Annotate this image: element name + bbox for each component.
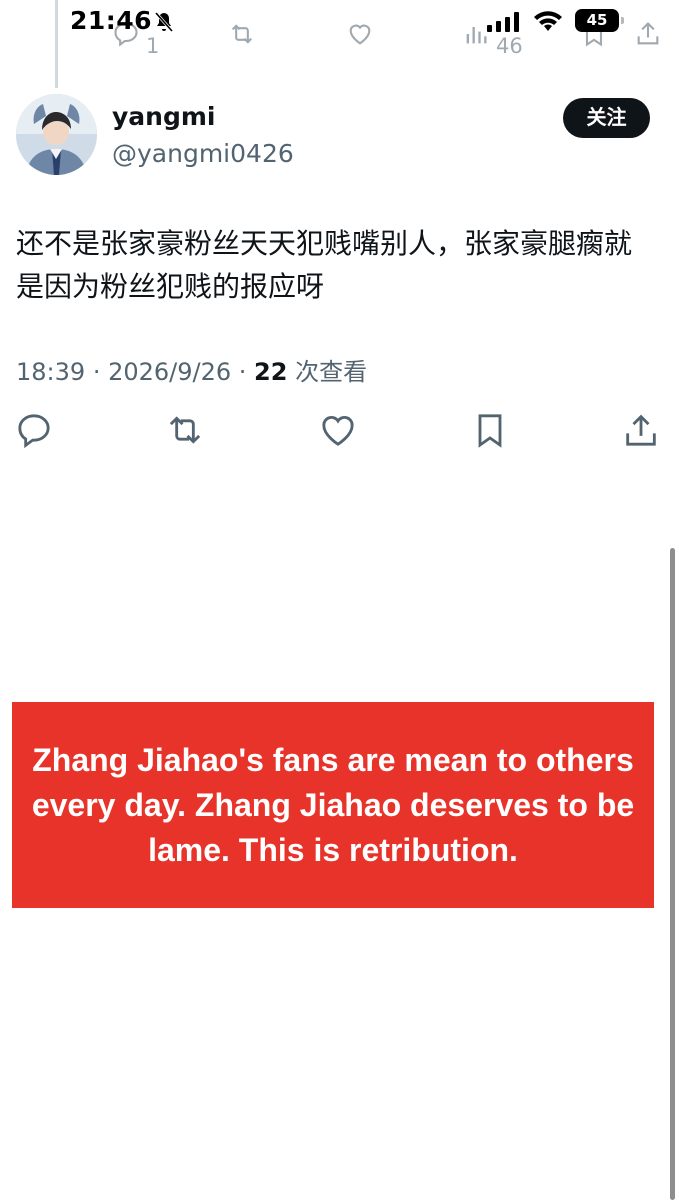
view-count[interactable]: 22 xyxy=(254,358,287,386)
views-label: 次查看 xyxy=(295,358,368,386)
meta-separator: · xyxy=(92,358,109,386)
caption-banner: Zhang Jiahao's fans are mean to others e… xyxy=(12,702,654,908)
scrollbar[interactable] xyxy=(670,548,675,1200)
wifi-icon xyxy=(534,11,562,31)
bookmark-icon[interactable] xyxy=(470,410,510,450)
tweet-text: 还不是张家豪粉丝天天犯贱嘴别人，张家豪腿瘸就是因为粉丝犯贱的报应呀 xyxy=(16,227,633,303)
status-time: 21:46 xyxy=(70,6,153,35)
follow-button[interactable]: 关注 xyxy=(563,98,650,138)
caption-text: Zhang Jiahao's fans are mean to others e… xyxy=(31,741,635,868)
like-icon[interactable] xyxy=(318,410,358,450)
user-handle[interactable]: @yangmi0426 xyxy=(112,139,294,168)
meta-separator: · xyxy=(238,358,255,386)
bell-slash-icon xyxy=(154,12,174,32)
reply-icon[interactable] xyxy=(14,410,54,450)
tweet-time: 18:39 xyxy=(16,358,86,386)
display-name[interactable]: yangmi xyxy=(112,102,215,131)
tweet-date: 2026/9/26 xyxy=(108,358,232,386)
signal-icon xyxy=(487,12,519,32)
share-icon[interactable] xyxy=(621,410,661,450)
avatar[interactable] xyxy=(16,94,97,175)
status-bar: 21:46 45 xyxy=(0,0,679,44)
battery-icon: 45 xyxy=(575,9,624,32)
tweet-meta: 18:39 · 2026/9/26 · 22 次查看 xyxy=(16,352,367,387)
tweet-actions xyxy=(0,410,679,454)
retweet-icon[interactable] xyxy=(165,410,205,450)
